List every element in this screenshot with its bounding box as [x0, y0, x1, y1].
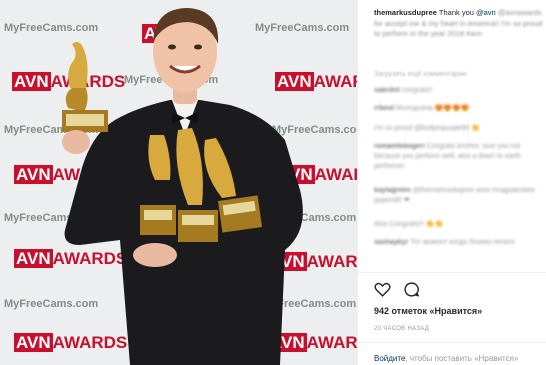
add-comment-prompt: Войдите, чтобы поставить «Нравится»	[374, 354, 519, 363]
comment-item: kaylagreen @themarkusdupree wow поздравл…	[374, 187, 535, 204]
person-with-trophies-illustration	[62, 8, 303, 365]
caption-mention[interactable]: @avn	[476, 8, 496, 17]
comment-item: romaintokegeri Congrats brother, love yo…	[374, 143, 521, 170]
comment-item: sashaykyr Тот момент когда Лоинко нечего	[374, 239, 516, 246]
comment-item: Also Congrats!!! 👏👏	[374, 221, 444, 228]
comment-item: I'm so proud @bodyinpurple99 👏	[374, 125, 480, 132]
caption-hashtag[interactable]: #avn	[466, 29, 482, 38]
divider	[358, 342, 546, 343]
post-caption: themarkusdupree Thank you @avn @avnaward…	[374, 8, 544, 40]
comment-icon[interactable]	[403, 281, 420, 298]
login-link[interactable]: Войдите	[374, 354, 405, 363]
likes-count[interactable]: 942 отметок «Нравится»	[374, 306, 482, 316]
comment-item: sabrdnt congrats!!	[374, 87, 433, 94]
divider	[358, 272, 546, 273]
post-sidebar: themarkusdupree Thank you @avn @avnaward…	[357, 0, 546, 365]
post-photo[interactable]: MyFreeCams.com MyFreeCams.com AVN AVNAWA…	[0, 0, 357, 365]
caption-username[interactable]: themarkusdupree	[374, 8, 437, 17]
comment-item: rrbest Молодчина 😍😍😍😍	[374, 105, 470, 112]
load-more-comments[interactable]: Загрузить ещё комментарии	[374, 71, 467, 78]
caption-text: Thank you	[438, 8, 474, 17]
heart-icon[interactable]	[374, 281, 391, 298]
post-timestamp[interactable]: 20 ЧАСОВ НАЗАД	[374, 326, 429, 332]
